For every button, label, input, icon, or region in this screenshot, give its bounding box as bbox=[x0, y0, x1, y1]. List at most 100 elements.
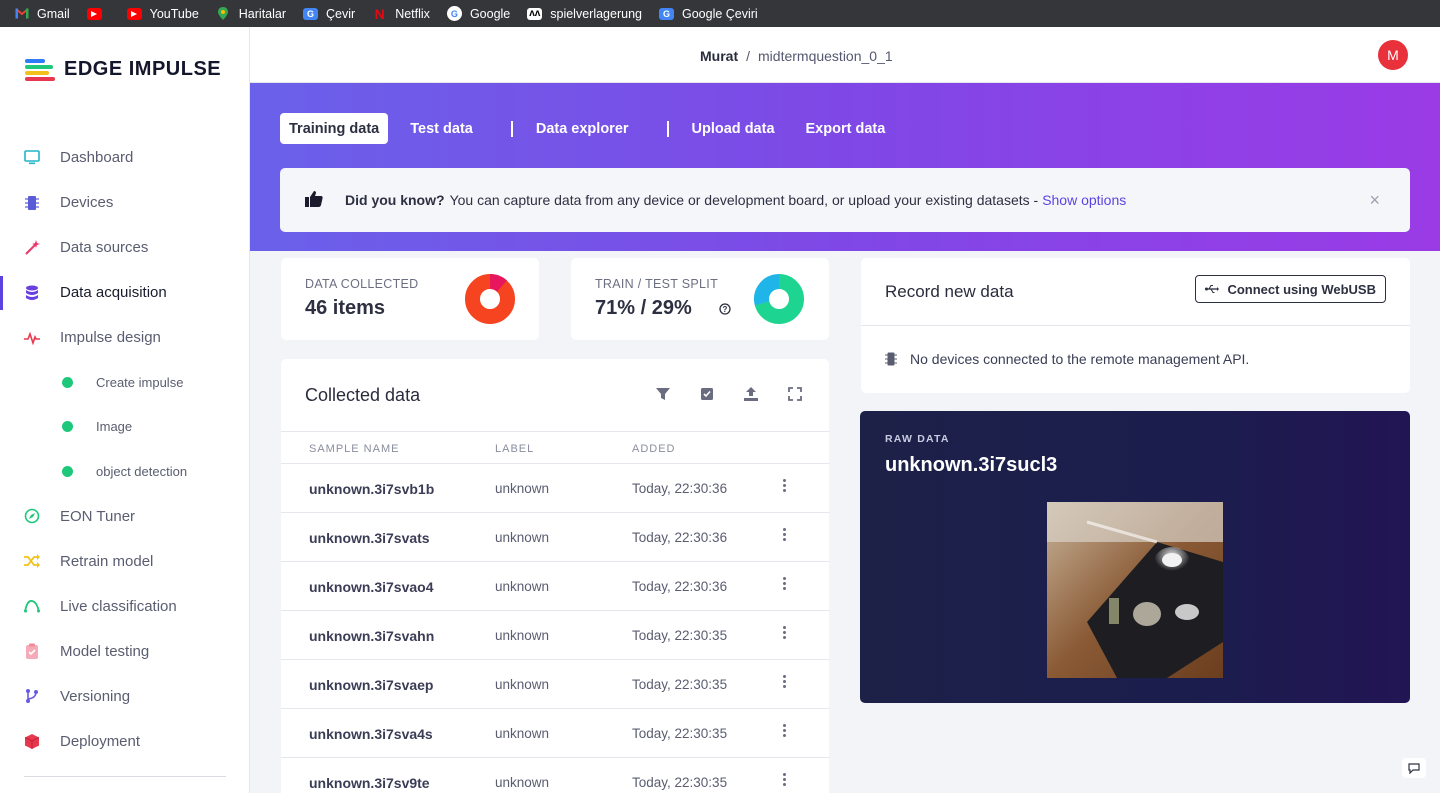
bookmark-youtube[interactable]: YouTube bbox=[126, 7, 199, 21]
more-options-icon[interactable] bbox=[783, 675, 787, 690]
sidebar: EDGE IMPULSE Dashboard Devices Data sour… bbox=[0, 27, 250, 793]
raw-data-card: RAW DATA unknown.3i7sucl3 bbox=[860, 411, 1410, 703]
sample-label: unknown bbox=[495, 628, 550, 643]
collected-data-card: Collected data SAMPLE NAME LABEL ADDED u… bbox=[281, 359, 829, 793]
more-options-icon[interactable] bbox=[783, 773, 787, 788]
bookmark-gmail[interactable]: Gmail bbox=[14, 7, 70, 21]
sidebar-item-versioning[interactable]: Versioning bbox=[0, 674, 249, 719]
no-devices-message: No devices connected to the remote manag… bbox=[885, 351, 1249, 367]
clipboard-check-icon bbox=[24, 643, 40, 659]
tab-test-data[interactable]: Test data bbox=[401, 113, 482, 144]
sample-name[interactable]: unknown.3i7svao4 bbox=[309, 579, 433, 595]
sample-added: Today, 22:30:35 bbox=[632, 677, 728, 692]
status-dot bbox=[62, 376, 73, 388]
spielverlagerung-icon: ʌʌ bbox=[527, 7, 543, 20]
sample-label: unknown bbox=[495, 481, 550, 496]
bookmark-youtube-icon-only[interactable] bbox=[86, 7, 110, 20]
table-row[interactable]: unknown.3i7svao4 unknown Today, 22:30:36 bbox=[281, 562, 829, 611]
sidebar-item-data-sources[interactable]: Data sources bbox=[0, 225, 249, 270]
table-row[interactable]: unknown.3i7svb1b unknown Today, 22:30:36 bbox=[281, 464, 829, 513]
branch-icon bbox=[24, 688, 40, 704]
bookmark-google-ceviri[interactable]: G Google Çeviri bbox=[658, 7, 758, 21]
column-header-label[interactable]: LABEL bbox=[495, 443, 534, 455]
bookmark-haritalar[interactable]: Haritalar bbox=[216, 7, 286, 21]
bookmark-spielverlagerung[interactable]: ʌʌ spielverlagerung bbox=[527, 7, 642, 21]
breadcrumb: Murat / midtermquestion_0_1 bbox=[700, 48, 893, 64]
google-icon: G bbox=[446, 6, 462, 21]
checkbox-icon[interactable] bbox=[699, 386, 715, 402]
sidebar-item-data-acquisition[interactable]: Data acquisition bbox=[0, 270, 249, 315]
sidebar-item-deployment[interactable]: Deployment bbox=[0, 719, 249, 764]
tab-upload-data[interactable]: Upload data bbox=[683, 113, 784, 144]
breadcrumb-owner[interactable]: Murat bbox=[700, 48, 738, 64]
sample-name[interactable]: unknown.3i7sva4s bbox=[309, 726, 433, 742]
more-options-icon[interactable] bbox=[783, 724, 787, 739]
breadcrumb-separator: / bbox=[746, 48, 751, 64]
connect-webusb-button[interactable]: Connect using WebUSB bbox=[1195, 275, 1386, 303]
sidebar-item-model-testing[interactable]: Model testing bbox=[0, 629, 249, 674]
more-options-icon[interactable] bbox=[783, 479, 787, 494]
tab-data-explorer[interactable]: Data explorer bbox=[527, 113, 638, 144]
bookmark-netflix[interactable]: N Netflix bbox=[372, 6, 430, 22]
sidebar-subitem-create-impulse[interactable]: Create impulse bbox=[0, 360, 249, 405]
tip-heading: Did you know? bbox=[345, 192, 445, 208]
chip-icon bbox=[24, 195, 40, 211]
more-options-icon[interactable] bbox=[783, 626, 787, 641]
sidebar-item-eon-tuner[interactable]: EON Tuner bbox=[0, 494, 249, 539]
sidebar-divider bbox=[24, 776, 226, 777]
sample-name[interactable]: unknown.3i7svaep bbox=[309, 677, 433, 693]
tip-text: You can capture data from any device or … bbox=[449, 192, 1039, 208]
sidebar-item-live-classification[interactable]: Live classification bbox=[0, 584, 249, 629]
upload-icon[interactable] bbox=[743, 386, 759, 402]
sidebar-item-devices[interactable]: Devices bbox=[0, 180, 249, 225]
table-row[interactable]: unknown.3i7svats unknown Today, 22:30:36 bbox=[281, 513, 829, 562]
sidebar-subitem-object-detection[interactable]: object detection bbox=[0, 449, 249, 494]
help-icon[interactable]: ? bbox=[719, 302, 731, 320]
data-collected-ring bbox=[465, 274, 515, 324]
bookmark-google[interactable]: G Google bbox=[446, 6, 510, 21]
raw-data-sample-name: unknown.3i7sucl3 bbox=[885, 454, 1058, 476]
sample-name[interactable]: unknown.3i7svb1b bbox=[309, 481, 434, 497]
breadcrumb-project[interactable]: midtermquestion_0_1 bbox=[758, 48, 893, 64]
tab-divider bbox=[510, 120, 513, 137]
sample-added: Today, 22:30:36 bbox=[632, 481, 728, 496]
tab-training-data[interactable]: Training data bbox=[280, 113, 389, 144]
svg-text:?: ? bbox=[723, 305, 728, 314]
column-header-added[interactable]: ADDED bbox=[632, 443, 676, 455]
record-new-data-card: Record new data Connect using WebUSB No … bbox=[861, 258, 1410, 393]
table-row[interactable]: unknown.3i7svahn unknown Today, 22:30:35 bbox=[281, 611, 829, 660]
sample-name[interactable]: unknown.3i7svats bbox=[309, 530, 430, 546]
shuffle-icon bbox=[24, 553, 40, 569]
monitor-icon bbox=[24, 150, 40, 166]
table-row[interactable]: unknown.3i7sv9te unknown Today, 22:30:35 bbox=[281, 758, 829, 793]
sample-name[interactable]: unknown.3i7sv9te bbox=[309, 775, 430, 791]
feedback-chat-button[interactable] bbox=[1402, 758, 1426, 778]
edge-impulse-logo[interactable]: EDGE IMPULSE bbox=[25, 57, 221, 81]
pulse-icon bbox=[24, 330, 40, 346]
close-icon[interactable]: × bbox=[1369, 190, 1380, 211]
sample-label: unknown bbox=[495, 775, 550, 790]
expand-icon[interactable] bbox=[787, 386, 803, 402]
curve-icon bbox=[24, 598, 40, 614]
table-row[interactable]: unknown.3i7svaep unknown Today, 22:30:35 bbox=[281, 660, 829, 709]
more-options-icon[interactable] bbox=[783, 528, 787, 543]
sample-name[interactable]: unknown.3i7svahn bbox=[309, 628, 434, 644]
tab-export-data[interactable]: Export data bbox=[797, 113, 895, 144]
sidebar-item-dashboard[interactable]: Dashboard bbox=[0, 135, 249, 180]
user-avatar[interactable]: M bbox=[1378, 40, 1408, 70]
filter-icon[interactable] bbox=[655, 386, 671, 402]
table-row[interactable]: unknown.3i7sva4s unknown Today, 22:30:35 bbox=[281, 709, 829, 758]
sample-added: Today, 22:30:35 bbox=[632, 775, 728, 790]
translate-icon: G bbox=[303, 7, 319, 20]
bookmark-cevir[interactable]: G Çevir bbox=[303, 7, 355, 21]
raw-data-label: RAW DATA bbox=[885, 433, 950, 445]
sample-label: unknown bbox=[495, 726, 550, 741]
sidebar-item-retrain-model[interactable]: Retrain model bbox=[0, 539, 249, 584]
show-options-link[interactable]: Show options bbox=[1042, 192, 1126, 208]
sidebar-item-impulse-design[interactable]: Impulse design bbox=[0, 315, 249, 360]
column-header-sample-name[interactable]: SAMPLE NAME bbox=[309, 443, 399, 455]
chat-icon bbox=[1408, 762, 1420, 774]
more-options-icon[interactable] bbox=[783, 577, 787, 592]
data-collected-accent bbox=[489, 274, 508, 293]
sidebar-subitem-image[interactable]: Image bbox=[0, 405, 249, 450]
